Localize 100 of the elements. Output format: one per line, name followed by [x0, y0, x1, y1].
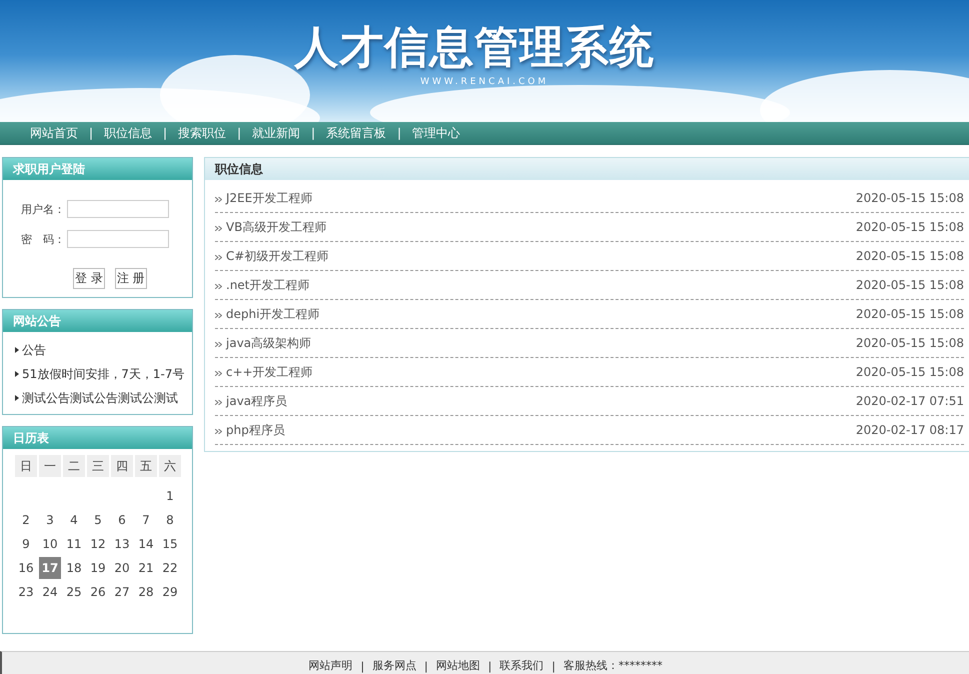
post-time: 2020-05-15 15:08 [856, 249, 964, 263]
bullet-icon [15, 347, 19, 353]
panel-title: 求职用户登陆 [3, 158, 192, 180]
double-chevron-icon [215, 284, 222, 289]
calendar-day[interactable]: 7 [135, 509, 157, 531]
post-time: 2020-05-15 15:08 [856, 307, 964, 321]
bullet-icon [15, 371, 19, 377]
weekday-header: 六 [159, 455, 181, 477]
nav-link[interactable]: 职位信息 [104, 124, 152, 142]
calendar-day[interactable]: 8 [159, 509, 181, 531]
calendar-day[interactable]: 11 [63, 533, 85, 555]
post-time: 2020-05-15 15:08 [856, 365, 964, 379]
double-chevron-icon [215, 371, 222, 376]
post-time: 2020-05-15 15:08 [856, 336, 964, 350]
input-field[interactable] [67, 230, 169, 248]
notice-link[interactable]: 公告 [22, 342, 46, 358]
footer-link[interactable]: 联系我们 [500, 658, 544, 673]
nav-link[interactable]: 搜索职位 [178, 124, 226, 142]
footer-separator: | [360, 660, 364, 673]
job-link[interactable]: java程序员 [226, 392, 288, 410]
weekday-header: 一 [39, 455, 61, 477]
double-chevron-icon [215, 429, 222, 434]
job-link[interactable]: .net开发工程师 [226, 276, 310, 294]
calendar-day[interactable]: 3 [39, 509, 61, 531]
site-url: WWW.RENCAI.COM [420, 77, 549, 87]
form-button[interactable]: 注 册 [114, 268, 147, 289]
nav-link[interactable]: 网站首页 [30, 124, 78, 142]
job-link[interactable]: php程序员 [226, 422, 285, 438]
calendar-day[interactable]: 23 [15, 581, 37, 603]
calendar-day[interactable]: 25 [63, 581, 85, 603]
calendar-day[interactable]: 10 [39, 533, 61, 555]
job-link[interactable]: dephi开发工程师 [226, 306, 320, 322]
calendar-day[interactable]: 6 [111, 509, 133, 531]
weekday-header: 三 [87, 455, 109, 477]
calendar-day[interactable]: 18 [63, 557, 85, 579]
calendar-day[interactable]: 4 [63, 509, 85, 531]
calendar-day[interactable]: 28 [135, 581, 157, 603]
job-link[interactable]: C#初级开发工程师 [226, 248, 328, 264]
calendar-day[interactable]: 24 [39, 581, 61, 603]
footer-link[interactable]: 网站地图 [436, 658, 480, 673]
field-label: 密 码： [21, 232, 66, 246]
panel-title: 网站公告 [3, 310, 192, 332]
double-chevron-icon [215, 400, 222, 405]
weekday-header: 四 [111, 455, 133, 477]
weekday-header: 日 [15, 455, 37, 477]
footer-link[interactable]: 服务网点 [372, 658, 416, 673]
post-time: 2020-02-17 08:17 [856, 423, 964, 437]
nav-separator: | [397, 126, 402, 140]
double-chevron-icon [215, 197, 222, 202]
form-button[interactable]: 登 录 [73, 268, 105, 289]
calendar-day[interactable]: 20 [111, 557, 133, 579]
post-time: 2020-05-15 15:08 [856, 220, 964, 234]
calendar-day[interactable]: 14 [135, 533, 157, 555]
weekday-header: 五 [135, 455, 157, 477]
calendar-day[interactable]: 13 [111, 533, 133, 555]
panel-title: 日历表 [3, 427, 192, 449]
post-time: 2020-05-15 15:08 [856, 278, 964, 292]
calendar-day[interactable]: 17 [39, 557, 61, 579]
input-field[interactable] [67, 200, 169, 218]
nav-link[interactable]: 就业新闻 [252, 124, 300, 142]
nav-link[interactable]: 系统留言板 [326, 124, 386, 142]
calendar-day[interactable]: 12 [87, 533, 109, 555]
footer-link[interactable]: 客服热线：******** [563, 658, 662, 673]
calendar-day[interactable]: 27 [111, 581, 133, 603]
double-chevron-icon [215, 313, 222, 318]
calendar-day[interactable]: 9 [15, 533, 37, 555]
notice-link[interactable]: 51放假时间安排，7天，1-7号 [22, 366, 185, 382]
calendar-day[interactable]: 19 [87, 557, 109, 579]
nav-separator: | [163, 126, 168, 140]
calendar-day[interactable]: 22 [159, 557, 181, 579]
nav-separator: | [237, 126, 242, 140]
nav-separator: | [89, 126, 94, 140]
calendar-day[interactable]: 1 [159, 485, 181, 507]
calendar-day[interactable]: 2 [15, 509, 37, 531]
notice-link[interactable]: 测试公告测试公告测试公测试 [22, 390, 178, 406]
site-title: 人才信息管理系统 [294, 21, 654, 75]
double-chevron-icon [215, 226, 222, 231]
footer-separator: | [424, 660, 428, 673]
nav-separator: | [311, 126, 316, 140]
nav-link[interactable]: 管理中心 [412, 124, 460, 142]
job-link[interactable]: c++开发工程师 [226, 364, 313, 380]
double-chevron-icon [215, 255, 222, 260]
post-time: 2020-02-17 07:51 [856, 394, 964, 408]
footer-separator: | [552, 660, 556, 673]
post-time: 2020-05-15 15:08 [856, 191, 964, 205]
calendar-day[interactable]: 21 [135, 557, 157, 579]
field-label: 用户名： [21, 202, 66, 216]
panel-title: 职位信息 [205, 158, 969, 180]
footer-link[interactable]: 网站声明 [308, 658, 353, 673]
job-link[interactable]: J2EE开发工程师 [226, 190, 312, 206]
double-chevron-icon [215, 342, 222, 347]
job-link[interactable]: java高级架构师 [226, 334, 312, 352]
job-link[interactable]: VB高级开发工程师 [226, 218, 326, 236]
footer-separator: | [488, 660, 492, 673]
calendar-day[interactable]: 15 [159, 533, 181, 555]
calendar-day[interactable]: 29 [159, 581, 181, 603]
calendar-day[interactable]: 16 [15, 557, 37, 579]
calendar-day[interactable]: 5 [87, 509, 109, 531]
weekday-header: 二 [63, 455, 85, 477]
calendar-day[interactable]: 26 [87, 581, 109, 603]
